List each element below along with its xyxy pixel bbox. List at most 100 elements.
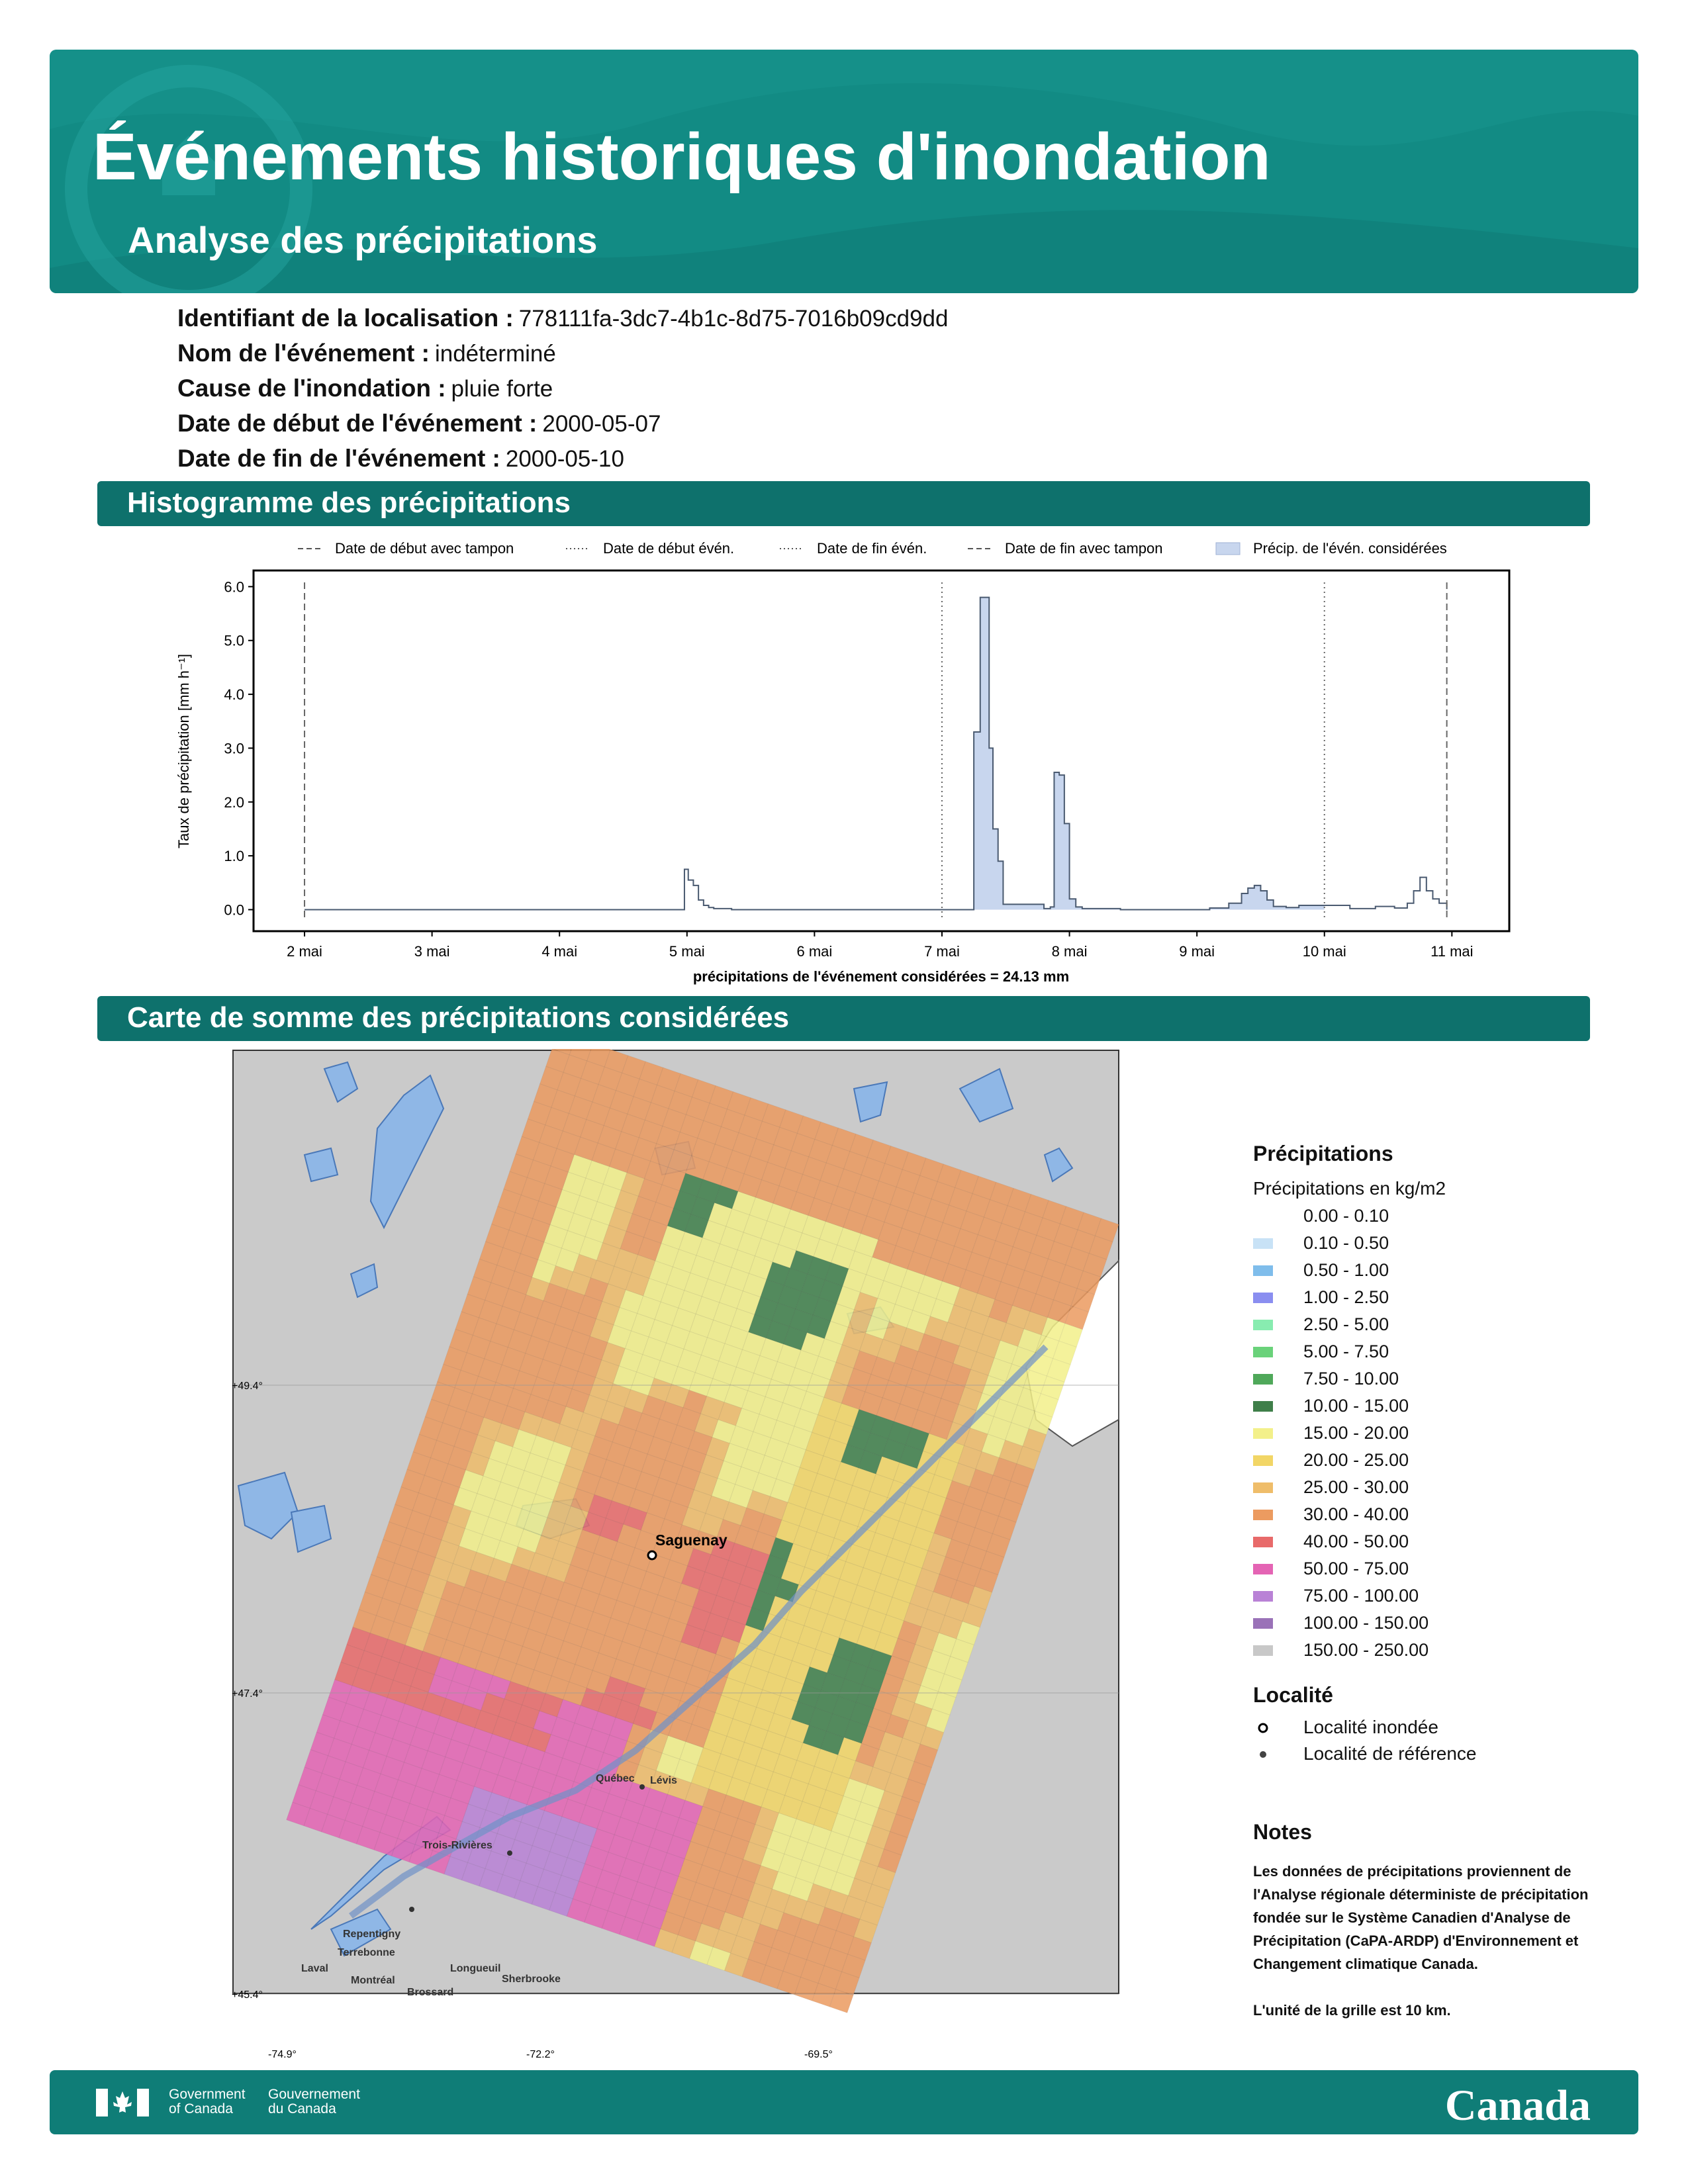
city-sherbrooke: Sherbrooke <box>502 1974 561 1985</box>
legend-bin-label: 25.00 - 30.00 <box>1303 1477 1409 1497</box>
lat-label-49: +49.4° <box>232 1381 263 1392</box>
legend-entry-label: Date de début évén. <box>603 540 734 557</box>
legend-bin-swatch <box>1253 1428 1273 1439</box>
legend-bin-label: 75.00 - 100.00 <box>1303 1586 1419 1606</box>
end-date-label: Date de fin de l'événement : <box>177 445 500 472</box>
x-tick-label: 6 mai <box>796 943 832 960</box>
legend-bin-row: 30.00 - 40.00 <box>1253 1502 1624 1529</box>
page-subtitle: Analyse des précipitations <box>128 219 598 261</box>
legend-entry-label: Date de fin avec tampon <box>1005 540 1162 557</box>
legend-bin-swatch <box>1253 1265 1273 1276</box>
gov-en: Government of Canada <box>169 2087 246 2116</box>
location-id-value: 778111fa-3dc7-4b1c-8d75-7016b09cd9dd <box>518 306 949 332</box>
lon-label-72: -72.2° <box>526 2049 555 2060</box>
city-longueuil: Longueuil <box>450 1963 500 1974</box>
start-date-value: 2000-05-07 <box>542 411 661 437</box>
lat-label-47: +47.4° <box>232 1688 263 1700</box>
lon-label-74: -74.9° <box>268 2049 297 2060</box>
city-repentigny: Repentigny <box>343 1929 400 1940</box>
city-laval: Laval <box>301 1963 328 1974</box>
event-name-row: Nom de l'événement : indéterminé <box>177 336 948 371</box>
legend-bin-row: 50.00 - 75.00 <box>1253 1556 1624 1583</box>
legend-bin-swatch <box>1253 1537 1273 1547</box>
flood-cause-label: Cause de l'inondation : <box>177 375 446 402</box>
location-id-label: Identifiant de la localisation : <box>177 304 514 332</box>
event-name-label: Nom de l'événement : <box>177 340 430 367</box>
legend-bin-row: 100.00 - 150.00 <box>1253 1610 1624 1637</box>
y-axis-label: Taux de précipitation [mm h⁻¹] <box>175 654 192 848</box>
notes-text: Les données de précipitations proviennen… <box>1253 1863 1589 1972</box>
legend-bin-swatch <box>1253 1374 1273 1385</box>
legend-bin-row: 0.50 - 1.00 <box>1253 1257 1624 1285</box>
legend-bin-label: 0.50 - 1.00 <box>1303 1260 1389 1280</box>
notes-title: Notes <box>1253 1820 1312 1844</box>
legend-bin-label: 0.10 - 0.50 <box>1303 1233 1389 1253</box>
legend-bin-swatch <box>1253 1591 1273 1602</box>
legend-bin-row: 40.00 - 50.00 <box>1253 1529 1624 1556</box>
footer: Government of Canada Gouvernement du Can… <box>50 2070 1638 2134</box>
legend-bin-swatch <box>1253 1238 1273 1249</box>
legend-bin-row: 150.00 - 250.00 <box>1253 1637 1624 1664</box>
x-tick-label: 2 mai <box>287 943 322 960</box>
x-tick-label: 10 mai <box>1303 943 1346 960</box>
legend-bin-swatch <box>1253 1455 1273 1466</box>
precipitation-histogram: Date de début avec tampon Date de début é… <box>175 540 1511 985</box>
legend-bin-label: 5.00 - 7.50 <box>1303 1342 1389 1361</box>
y-tick-label: 6.0 <box>224 578 244 595</box>
x-tick-label: 11 mai <box>1430 943 1473 960</box>
legend-bin-row: 0.10 - 0.50 <box>1253 1230 1624 1257</box>
start-date-row: Date de début de l'événement :2000-05-07 <box>177 406 948 441</box>
legend-bins: 0.00 - 0.10 0.10 - 0.50 0.50 - 1.00 1.00 - … <box>1253 1203 1624 1664</box>
histogram-section-header: Histogramme des précipitations <box>97 481 1590 526</box>
legend-bin-row: 2.50 - 5.00 <box>1253 1312 1624 1339</box>
gov-fr: Gouvernement du Canada <box>268 2087 360 2116</box>
flood-cause-row: Cause de l'inondation : pluie forte <box>177 371 948 406</box>
legend-bin-label: 10.00 - 15.00 <box>1303 1396 1409 1416</box>
plot-frame <box>252 569 1511 933</box>
y-tick-label: 4.0 <box>224 686 244 703</box>
legend-bin-label: 100.00 - 150.00 <box>1303 1613 1429 1633</box>
locality-title: Localité <box>1253 1683 1333 1707</box>
x-tick-label: 5 mai <box>669 943 705 960</box>
legend-bin-row: 5.00 - 7.50 <box>1253 1339 1624 1366</box>
legend-entry-label: Date de début avec tampon <box>335 540 514 557</box>
city-trois-rivieres: Trois-Rivières <box>422 1840 492 1851</box>
legend-bin-label: 2.50 - 5.00 <box>1303 1314 1389 1334</box>
city-brossard: Brossard <box>407 1987 453 1998</box>
legend-flooded-locality: Localité inondée <box>1253 1715 1624 1742</box>
y-tick-label: 1.0 <box>224 848 244 864</box>
legend-bin-row: 10.00 - 15.00 <box>1253 1393 1624 1420</box>
chart-legend: Date de début avec tampon Date de début é… <box>298 540 1447 557</box>
legend-bin-row: 75.00 - 100.00 <box>1253 1583 1624 1610</box>
canada-wordmark: Canada <box>1444 2081 1591 2130</box>
legend-bin-label: 7.50 - 10.00 <box>1303 1369 1399 1388</box>
end-date-value: 2000-05-10 <box>505 446 624 472</box>
quebec-marker <box>639 1784 645 1790</box>
precipitation-map: +49.4° +47.4° +45.4° -74.9° -72.2° -69.5… <box>232 1049 1119 2060</box>
repentigny-marker <box>409 1907 414 1912</box>
legend-bin-swatch <box>1253 1564 1273 1574</box>
ring-icon <box>1258 1723 1268 1733</box>
legend-bin-label: 40.00 - 50.00 <box>1303 1531 1409 1551</box>
legend-bin-swatch <box>1253 1401 1273 1412</box>
y-tick-label: 3.0 <box>224 740 244 756</box>
canada-flag-icon <box>96 2089 149 2116</box>
y-tick-label: 2.0 <box>224 794 244 811</box>
legend-title: Précipitations <box>1253 1142 1393 1165</box>
legend-entry-label: Date de fin évén. <box>817 540 927 557</box>
map-section-header: Carte de somme des précipitations consid… <box>97 996 1590 1041</box>
legend-bin-swatch <box>1253 1645 1273 1656</box>
map-section-title: Carte de somme des précipitations consid… <box>127 1001 790 1034</box>
lat-label-45: +45.4° <box>232 1989 263 2001</box>
legend-bin-row: 1.00 - 2.50 <box>1253 1285 1624 1312</box>
city-quebec: Québec <box>596 1773 635 1784</box>
header-banner: Événements historiques d'inondation Anal… <box>50 50 1638 293</box>
lon-label-69: -69.5° <box>804 2049 833 2060</box>
event-info: Identifiant de la localisation :778111fa… <box>177 301 948 477</box>
x-tick-label: 7 mai <box>924 943 960 960</box>
legend-bin-row: 20.00 - 25.00 <box>1253 1447 1624 1475</box>
legend-bin-row: 25.00 - 30.00 <box>1253 1475 1624 1502</box>
legend-bin-swatch <box>1253 1618 1273 1629</box>
x-axis-label: précipitations de l'événement considérée… <box>693 968 1069 985</box>
x-tick-label: 9 mai <box>1179 943 1215 960</box>
